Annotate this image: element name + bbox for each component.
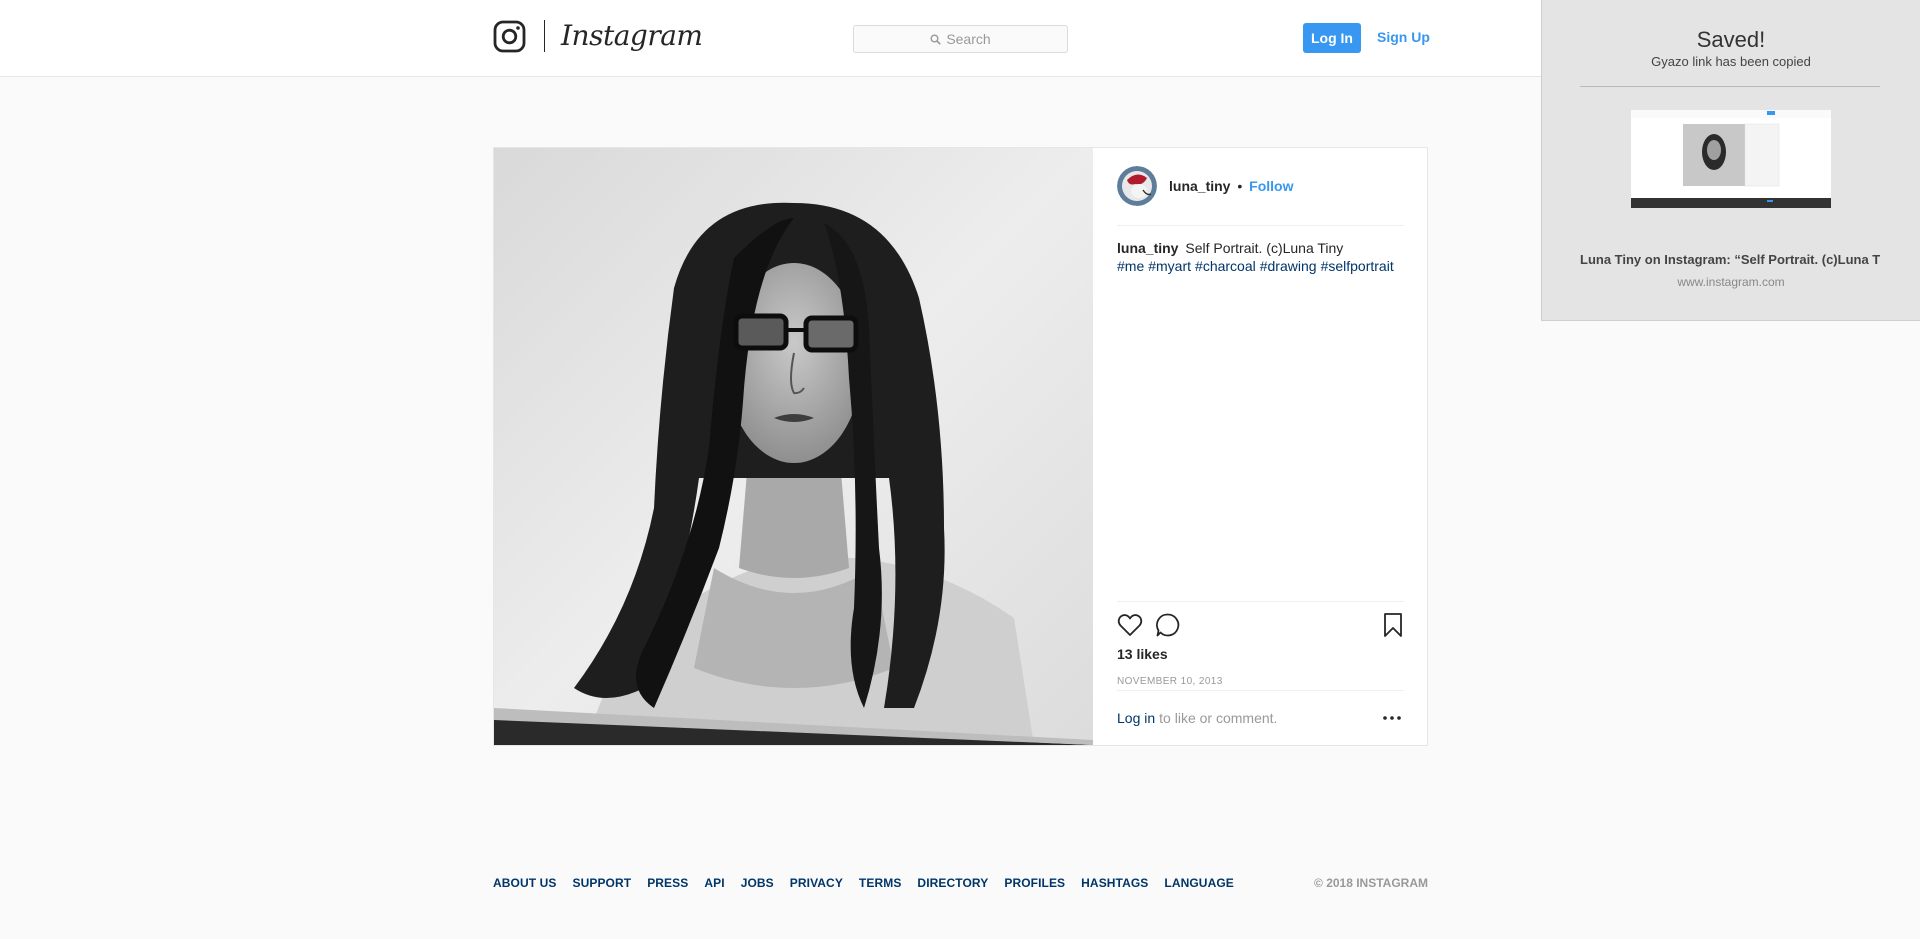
gyazo-url[interactable]: www.instagram.com [1542,275,1920,289]
footer-link-jobs[interactable]: JOBS [741,876,774,890]
speech-bubble-icon[interactable] [1155,612,1181,638]
search-placeholder: Search [946,31,991,47]
footer-link-support[interactable]: SUPPORT [572,876,631,890]
signup-link[interactable]: Sign Up [1377,29,1430,45]
instagram-camera-icon [493,20,526,52]
footer-link-privacy[interactable]: PRIVACY [790,876,843,890]
gyazo-subtitle: Gyazo link has been copied [1651,54,1811,69]
gyazo-page-title: Luna Tiny on Instagram: “Self Portrait. … [1580,252,1880,267]
comment-prompt: Log in to like or comment. [1117,690,1404,745]
search-input[interactable]: Search [853,25,1068,53]
footer: ABOUT US SUPPORT PRESS API JOBS PRIVACY … [493,875,1428,891]
gyazo-capture-thumbnail[interactable] [1631,110,1831,208]
footer-link-terms[interactable]: TERMS [859,876,902,890]
action-icons-row [1117,602,1404,646]
search-icon [930,34,942,45]
footer-link-directory[interactable]: DIRECTORY [917,876,988,890]
author-line: luna_tiny • Follow [1169,178,1293,194]
separator-dot: • [1237,178,1243,194]
hashtag-link[interactable]: #charcoal [1195,258,1256,274]
post-actions: 13 likes NOVEMBER 10, 2013 [1117,601,1404,687]
likes-count[interactable]: 13 likes [1117,646,1168,662]
hashtag-link[interactable]: #me [1117,258,1144,274]
logo-divider [544,20,545,52]
caption-text: Self Portrait. (c)Luna Tiny [1185,240,1344,256]
gyazo-divider [1580,86,1880,87]
gyazo-saved-panel[interactable]: Saved! Gyazo link has been copied Luna T… [1541,0,1920,321]
footer-link-hashtags[interactable]: HASHTAGS [1081,876,1148,890]
author-username[interactable]: luna_tiny [1169,178,1230,194]
comment-login-link[interactable]: Log in [1117,710,1155,726]
copyright-text: © 2018 INSTAGRAM [1314,876,1428,890]
footer-link-api[interactable]: API [704,876,724,890]
post-card: luna_tiny • Follow luna_tiny Self Portra… [493,147,1428,746]
hashtag-link[interactable]: #drawing [1260,258,1317,274]
comment-hint-text: to like or comment. [1159,710,1278,726]
hashtag-list: #me #myart #charcoal #drawing #selfportrait [1117,257,1407,275]
instagram-logo[interactable]: Instagram [493,18,703,54]
post-caption: luna_tiny Self Portrait. (c)Luna Tiny #m… [1117,239,1407,275]
footer-link-about[interactable]: ABOUT US [493,876,556,890]
footer-link-language[interactable]: LANGUAGE [1164,876,1233,890]
avatar[interactable] [1117,166,1157,206]
heart-icon[interactable] [1117,612,1143,638]
footer-link-press[interactable]: PRESS [647,876,688,890]
caption-username[interactable]: luna_tiny [1117,240,1178,256]
gyazo-title: Saved! [1696,27,1766,52]
post-sidebar: luna_tiny • Follow luna_tiny Self Portra… [1093,148,1427,745]
footer-link-profiles[interactable]: PROFILES [1004,876,1065,890]
post-date: NOVEMBER 10, 2013 [1117,676,1223,687]
charcoal-self-portrait-image [494,148,1093,745]
login-button[interactable]: Log In [1303,23,1361,53]
hashtag-link[interactable]: #myart [1148,258,1191,274]
instagram-wordmark: Instagram [561,19,703,52]
follow-button[interactable]: Follow [1249,178,1293,194]
hashtag-link[interactable]: #selfportrait [1321,258,1394,274]
more-dots-icon[interactable] [1380,711,1404,725]
post-author-header: luna_tiny • Follow [1117,166,1404,226]
bookmark-icon[interactable] [1380,612,1406,638]
post-photo[interactable] [494,148,1093,745]
